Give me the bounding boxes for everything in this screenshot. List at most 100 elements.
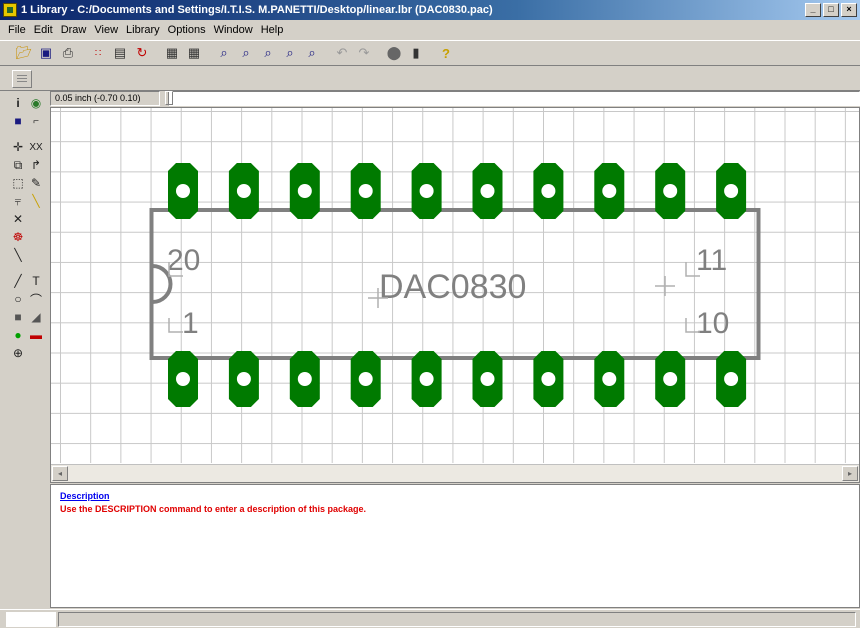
scroll-left-icon[interactable]: ◂: [52, 466, 68, 481]
copy-icon[interactable]: ⧉: [10, 157, 26, 173]
pin10-label: 10: [696, 307, 729, 340]
close-button[interactable]: ×: [841, 3, 857, 17]
rotate-icon[interactable]: ↱: [28, 157, 44, 173]
smash-icon[interactable]: ☸: [10, 229, 26, 245]
rect-icon[interactable]: ■: [10, 309, 26, 325]
show-icon[interactable]: ◉: [28, 95, 44, 111]
pad-drill-15: [480, 184, 495, 198]
drc-icon[interactable]: ▦: [184, 43, 204, 63]
help-icon[interactable]: ?: [436, 43, 456, 63]
package-name-label: DAC0830: [379, 268, 526, 306]
pad-drill-12: [663, 184, 678, 198]
zoom-in-icon[interactable]: ⌕: [236, 43, 256, 63]
redo-icon[interactable]: ↷: [354, 43, 374, 63]
parameter-toolbar: [0, 67, 860, 91]
pin11-label: 11: [696, 244, 727, 277]
status-bar: [0, 609, 860, 628]
undo-icon[interactable]: ↻: [132, 43, 152, 63]
zoom-select-icon[interactable]: ⌕: [302, 43, 322, 63]
horizontal-scrollbar[interactable]: ◂ ▸: [51, 464, 859, 482]
arc-icon[interactable]: ⌒: [28, 291, 44, 307]
smd-icon[interactable]: ▬: [28, 327, 44, 343]
menu-bar: File Edit Draw View Library Options Wind…: [0, 20, 860, 39]
pad-drill-11: [724, 184, 739, 198]
layers-icon[interactable]: ▤: [110, 43, 130, 63]
mark-icon[interactable]: ⌐: [28, 113, 44, 129]
maximize-button[interactable]: □: [823, 3, 839, 17]
polygon-icon[interactable]: ◢: [28, 309, 44, 325]
line-icon[interactable]: ╱: [10, 273, 26, 289]
pin1-label: 1: [182, 307, 199, 340]
mirror-icon[interactable]: XX: [28, 139, 44, 155]
change-icon[interactable]: ✎: [28, 175, 44, 191]
drawing-canvas[interactable]: 20 1 11 10 DAC0830: [51, 108, 859, 463]
grid-list-icon[interactable]: [12, 70, 32, 88]
pad-drill-1: [176, 372, 190, 386]
menu-view[interactable]: View: [90, 24, 122, 36]
text-icon[interactable]: T: [28, 273, 44, 289]
wire-icon[interactable]: ╲: [28, 193, 44, 209]
pad-drill-2: [236, 372, 251, 386]
pad-drill-3: [297, 372, 312, 386]
group-icon[interactable]: ⬚: [10, 175, 26, 191]
menu-window[interactable]: Window: [210, 24, 257, 36]
pad-drill-10: [724, 372, 739, 386]
description-pane: Description Use the DESCRIPTION command …: [50, 484, 860, 608]
title-bar: 1 Library - C:/Documents and Settings/I.…: [0, 0, 860, 20]
info-icon[interactable]: i: [10, 95, 26, 111]
pad-drill-20: [176, 184, 190, 198]
pad-drill-19: [236, 184, 251, 198]
circle-icon[interactable]: ○: [10, 291, 26, 307]
description-link[interactable]: Description: [60, 491, 850, 501]
menu-options[interactable]: Options: [164, 24, 210, 36]
pad-drill-5: [419, 372, 434, 386]
menu-edit[interactable]: Edit: [30, 24, 57, 36]
app-icon: [3, 3, 17, 17]
pad-drill-16: [419, 184, 434, 198]
coordinate-bar: 0.05 inch (-0.70 0.10): [50, 90, 860, 106]
coordinate-display: 0.05 inch (-0.70 0.10): [50, 90, 160, 106]
status-message: [58, 612, 856, 627]
command-input[interactable]: [168, 90, 860, 106]
zoom-out-icon[interactable]: ⌕: [258, 43, 278, 63]
pad-icon[interactable]: ●: [10, 327, 26, 343]
zoom-fit-icon[interactable]: ⌕: [214, 43, 234, 63]
display-icon[interactable]: ■: [10, 113, 26, 129]
pad-drill-17: [358, 184, 373, 198]
origin-cross: [655, 276, 675, 296]
scroll-right-icon[interactable]: ▸: [842, 466, 858, 481]
wire-bend-icon[interactable]: ╲: [10, 247, 26, 263]
open-icon[interactable]: 📂︎: [14, 43, 34, 63]
ratsnest-icon[interactable]: ∷: [88, 43, 108, 63]
description-text: Use the DESCRIPTION command to enter a d…: [60, 504, 367, 514]
menu-file[interactable]: File: [4, 24, 30, 36]
origin-mark-2: [168, 318, 183, 333]
pad-drill-9: [663, 372, 678, 386]
main-toolbar: 📂︎ ▣ ⎙ ∷ ▤ ↻ ▦ ▦ ⌕ ⌕ ⌕ ⌕ ⌕ ↶ ↷ ⬤ ▮ ?: [0, 40, 860, 66]
pad-drill-4: [358, 372, 373, 386]
zoom-redraw-icon[interactable]: ⌕: [280, 43, 300, 63]
menu-draw[interactable]: Draw: [57, 24, 91, 36]
hole-icon[interactable]: ⊕: [10, 345, 26, 361]
split-icon[interactable]: ⫧: [10, 193, 26, 209]
left-toolbox: i ◉ ■ ⌐ ✛ XX ⧉ ↱ ⬚ ✎ ⫧ ╲ ✕ ☸ ╲ ╱ T ○ ⌒ ■…: [8, 93, 48, 473]
script-icon[interactable]: ▮: [406, 43, 426, 63]
window-title: 1 Library - C:/Documents and Settings/I.…: [21, 4, 493, 16]
cam-icon[interactable]: ▦: [162, 43, 182, 63]
stop-icon[interactable]: ⬤: [384, 43, 404, 63]
pad-drill-13: [602, 184, 617, 198]
pad-drill-14: [541, 184, 556, 198]
save-icon[interactable]: ▣: [36, 43, 56, 63]
status-left-panel: [6, 612, 56, 627]
pad-drill-8: [602, 372, 617, 386]
pad-drill-18: [297, 184, 312, 198]
minimize-button[interactable]: _: [805, 3, 821, 17]
move-icon[interactable]: ✛: [10, 139, 26, 155]
menu-help[interactable]: Help: [257, 24, 288, 36]
undo2-icon[interactable]: ↶: [332, 43, 352, 63]
delete-icon[interactable]: ✕: [10, 211, 26, 227]
print-icon[interactable]: ⎙: [58, 43, 78, 63]
command-history-button[interactable]: [165, 91, 173, 105]
menu-library[interactable]: Library: [122, 24, 164, 36]
pad-drill-7: [541, 372, 556, 386]
